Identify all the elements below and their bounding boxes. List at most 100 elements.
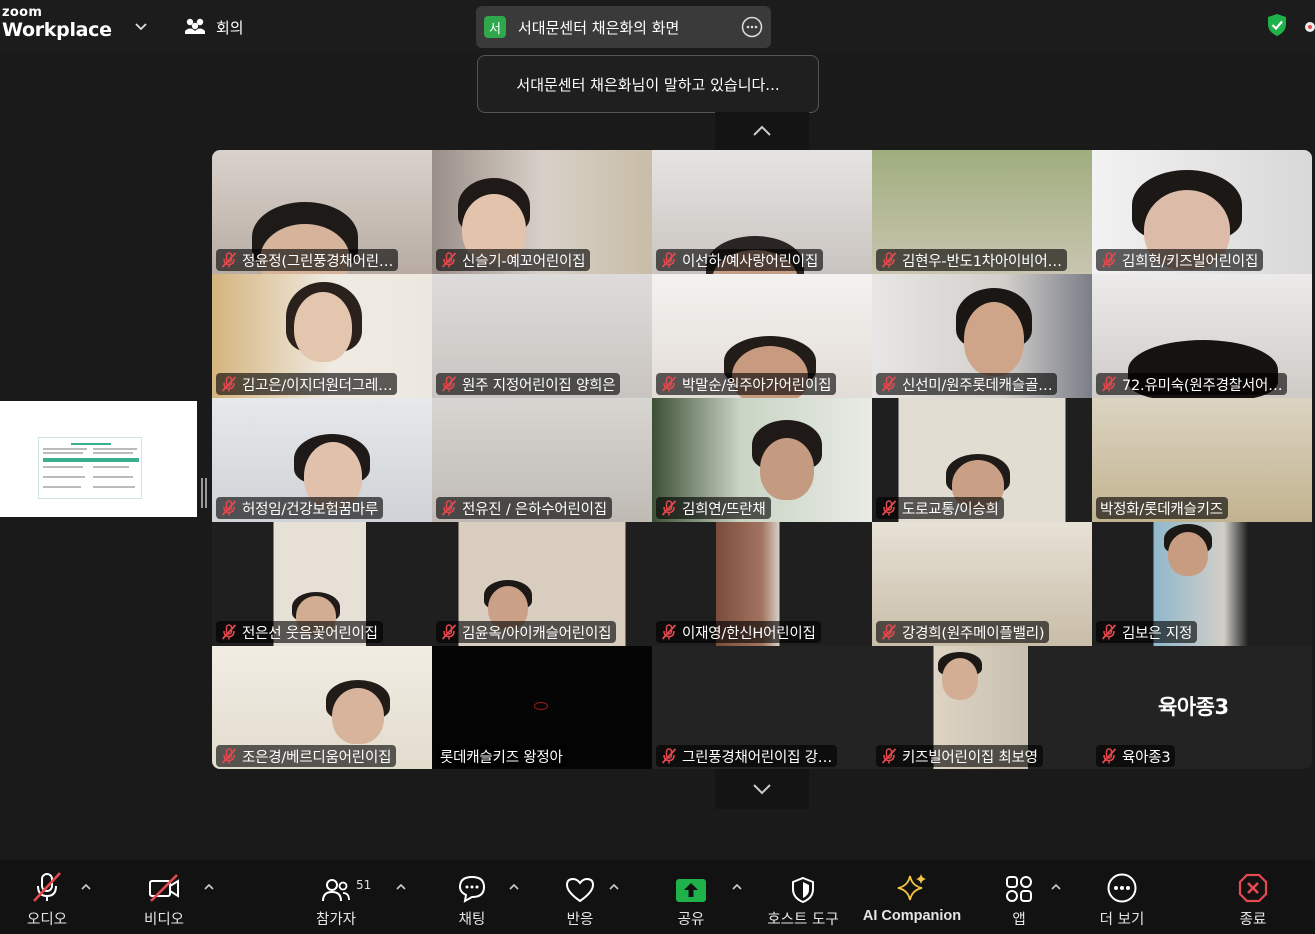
participant-nameplate: 정윤정(그린풍경채어린… <box>216 249 399 271</box>
participant-name: 이선하/예사랑어린이집 <box>682 253 819 270</box>
microphone-muted-icon <box>1100 375 1118 393</box>
participant-video-tile[interactable]: 김보은 지정 <box>1092 522 1312 646</box>
participants-button[interactable]: 참가자 <box>306 860 366 934</box>
sparkle-icon <box>897 874 926 901</box>
participant-name: 원주 지정어린이집 양희은 <box>462 377 616 394</box>
microphone-muted-icon <box>220 251 238 269</box>
participant-name: 김희현/키즈빌어린이집 <box>1122 253 1259 270</box>
zoom-logo: zoom Workplace <box>2 6 112 41</box>
participant-video-tile[interactable]: 신선미/원주롯데캐슬골… <box>872 274 1092 398</box>
participant-video-tile[interactable]: 육아종3 육아종3 <box>1092 646 1312 769</box>
share-options-caret-icon[interactable] <box>731 882 743 892</box>
recording-status-icon[interactable] <box>1300 18 1315 34</box>
reactions-button[interactable]: 반응 <box>554 860 606 934</box>
participant-video-tile[interactable]: 박정화/롯데캐슬키즈 <box>1092 398 1312 522</box>
meeting-menu-button[interactable]: 회의 <box>184 14 244 40</box>
microphone-muted-icon <box>220 499 238 517</box>
participant-name: 전은선 웃음꽃어린이집 <box>242 625 378 642</box>
participant-video-tile[interactable]: 정윤정(그린풍경채어린… <box>212 150 432 274</box>
security-shield-icon[interactable] <box>1264 12 1290 38</box>
chevron-down-icon[interactable] <box>130 16 152 38</box>
more-button[interactable]: 더 보기 <box>1090 860 1154 934</box>
participant-video-tile[interactable]: 원주 지정어린이집 양희은 <box>432 274 652 398</box>
participant-video-tile[interactable]: 이재영/한신H어린이집 <box>652 522 872 646</box>
participant-video-tile[interactable]: 72.유미숙(원주경찰서어… <box>1092 274 1312 398</box>
participant-video-tile[interactable]: 김고은/이지더원더그레… <box>212 274 432 398</box>
video-options-caret-icon[interactable] <box>203 882 215 892</box>
participant-nameplate: 신슬기-예꼬어린이집 <box>436 249 591 271</box>
chat-options-caret-icon[interactable] <box>508 882 520 892</box>
ai-companion-button[interactable]: AI Companion <box>860 860 964 934</box>
participant-nameplate: 육아종3 <box>1096 745 1176 767</box>
participant-video-tile[interactable]: 전은선 웃음꽃어린이집 <box>212 522 432 646</box>
participant-video-tile[interactable]: 강경희(원주메이플밸리) <box>872 522 1092 646</box>
participant-name: 키즈빌어린이집 최보영 <box>902 749 1038 766</box>
participant-nameplate: 전유진 / 은하수어린이집 <box>436 497 612 519</box>
participant-video-tile[interactable]: 그린풍경채어린이집 강… <box>652 646 872 769</box>
participant-nameplate: 조은경/베르디움어린이집 <box>216 745 397 767</box>
audio-button[interactable]: 오디오 <box>18 860 76 934</box>
chevron-up-icon <box>753 125 771 136</box>
apps-button[interactable]: 앱 <box>996 860 1042 934</box>
participant-nameplate: 박정화/롯데캐슬키즈 <box>1096 497 1228 519</box>
participant-nameplate: 김윤옥/아이캐슬어린이집 <box>436 621 617 643</box>
reactions-options-caret-icon[interactable] <box>608 882 620 892</box>
audio-options-caret-icon[interactable] <box>80 882 92 892</box>
scroll-down-button[interactable] <box>715 769 809 809</box>
microphone-muted-icon <box>660 623 678 641</box>
participants-icon <box>322 879 350 902</box>
participant-name: 72.유미숙(원주경찰서어… <box>1122 377 1283 394</box>
participant-video-tile[interactable]: 김현우-반도1차아이비어… <box>872 150 1092 274</box>
participant-video-tile[interactable]: 조은경/베르디움어린이집 <box>212 646 432 769</box>
person-face <box>332 688 384 744</box>
participant-video-tile[interactable]: 신슬기-예꼬어린이집 <box>432 150 652 274</box>
host-tools-label: 호스트 도구 <box>767 912 839 928</box>
microphone-muted-icon <box>880 251 898 269</box>
participant-video-tile[interactable]: 이선하/예사랑어린이집 <box>652 150 872 274</box>
end-meeting-button[interactable]: 종료 <box>1230 860 1276 934</box>
participant-video-tile[interactable]: 키즈빌어린이집 최보영 <box>872 646 1092 769</box>
speaking-tooltip: 서대문센터 채은화님이 말하고 있습니다... <box>477 55 819 113</box>
microphone-muted-icon <box>660 251 678 269</box>
participant-name: 김희연/뜨란채 <box>682 501 766 518</box>
host-tools-button[interactable]: 호스트 도구 <box>760 860 846 934</box>
video-button[interactable]: 비디오 <box>136 860 192 934</box>
participant-video-tile[interactable]: 김희연/뜨란채 <box>652 398 872 522</box>
participant-name: 신슬기-예꼬어린이집 <box>462 253 586 270</box>
participant-nameplate: 이재영/한신H어린이집 <box>656 621 821 643</box>
microphone-muted-icon <box>220 623 238 641</box>
participant-name: 강경희(원주메이플밸리) <box>902 625 1045 642</box>
participant-video-tile[interactable]: 전유진 / 은하수어린이집 <box>432 398 652 522</box>
panel-resize-handle[interactable] <box>201 478 207 508</box>
participants-options-caret-icon[interactable] <box>395 882 407 892</box>
apps-options-caret-icon[interactable] <box>1050 882 1062 892</box>
video-off-icon <box>149 874 179 902</box>
logo-workplace-text: Workplace <box>2 19 112 41</box>
participant-nameplate: 원주 지정어린이집 양희은 <box>436 373 621 395</box>
participant-video-tile[interactable]: 김윤옥/아이캐슬어린이집 <box>432 522 652 646</box>
video-label: 비디오 <box>143 912 185 928</box>
shared-screen-thumbnail[interactable] <box>0 401 197 517</box>
sharer-avatar-badge: 서 <box>484 16 506 38</box>
scroll-up-button[interactable] <box>715 112 809 150</box>
participant-video-tile[interactable]: 허정임/건강보험꿈마루 <box>212 398 432 522</box>
participants-count: 51 <box>356 878 372 892</box>
participant-video-tile[interactable]: 김희현/키즈빌어린이집 <box>1092 150 1312 274</box>
microphone-muted-icon <box>660 375 678 393</box>
share-screen-button[interactable]: 공유 <box>666 860 716 934</box>
audio-label: 오디오 <box>26 912 68 928</box>
person-face <box>964 302 1024 376</box>
video-gallery-grid: 정윤정(그린풍경채어린… 신슬기-예꼬어린이집 이선하/예사랑어린이집 김현우-반도1… <box>212 150 1312 769</box>
participant-video-tile[interactable]: 박말순/원주아가어린이집 <box>652 274 872 398</box>
participant-video-tile[interactable]: 롯데캐슬키즈 왕정아 <box>432 646 652 769</box>
end-meeting-icon <box>1238 873 1268 903</box>
heart-icon <box>565 877 595 903</box>
chat-label: 채팅 <box>458 912 486 928</box>
people-icon <box>185 18 205 34</box>
chat-button[interactable]: 채팅 <box>446 860 498 934</box>
more-options-icon[interactable] <box>741 16 763 38</box>
participant-video-tile[interactable]: 도로교통/이승희 <box>872 398 1092 522</box>
share-screen-icon <box>676 879 706 902</box>
screen-share-pill[interactable]: 서 서대문센터 채은화의 화면 <box>476 6 771 48</box>
participant-nameplate: 키즈빌어린이집 최보영 <box>876 745 1043 767</box>
